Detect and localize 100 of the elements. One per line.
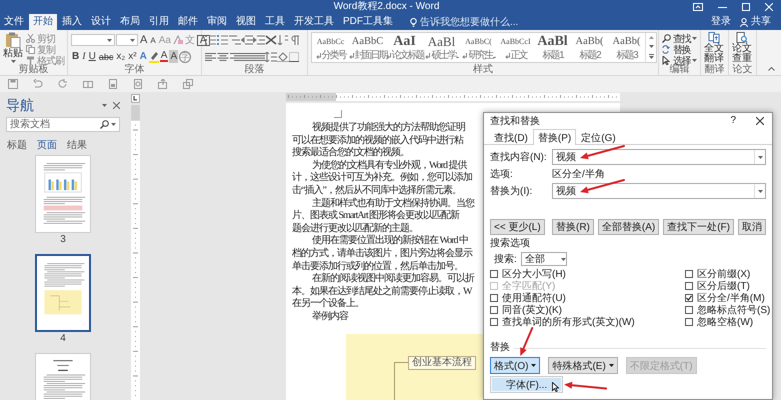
ribbon-tab[interactable]: 审阅 — [203, 14, 231, 30]
grow-font-button[interactable]: A — [139, 34, 148, 47]
checkbox-label: 使用通配符(U) — [502, 292, 566, 304]
find-next-button[interactable]: 查找下一处(F) — [663, 219, 734, 235]
text-line: 题会进行更改以匹配新的主题。 — [292, 222, 418, 234]
checkbox-label: 忽略空格(W) — [697, 316, 754, 329]
checkbox-label: 区分大小写(H) — [502, 268, 566, 280]
less-button[interactable]: << 更少(L) — [490, 219, 545, 235]
checkbox-label: 全字匹配(Y) — [502, 280, 556, 292]
paste-button[interactable]: 粘贴 — [3, 32, 23, 64]
pane-title: 导航 — [6, 96, 35, 114]
style-item[interactable]: AaBbC( 研究生... — [460, 33, 497, 62]
ribbon-tab[interactable]: 设计 — [87, 14, 115, 30]
group-label: 字体 — [124, 64, 146, 75]
format-button[interactable]: 格式(O) — [490, 357, 540, 374]
shrink-font-button[interactable]: A — [149, 34, 157, 47]
style-item[interactable]: AaI 论文标题 — [386, 33, 423, 62]
group-label: 编辑 — [668, 64, 690, 75]
ribbon-tab[interactable]: 引用 — [145, 14, 173, 30]
group-label: 段落 — [244, 64, 266, 75]
cancel-button[interactable]: 取消 — [738, 219, 766, 235]
text-line: 举例内容 — [312, 310, 348, 324]
select-button[interactable]: 选择 — [662, 55, 697, 66]
text-line: 本。如果在达到结尾处之前需要停止读取，W — [292, 286, 472, 298]
bold-button[interactable]: B — [71, 50, 80, 64]
ribbon-tab[interactable]: 开始 — [29, 14, 57, 30]
help-button[interactable]: ? — [730, 115, 736, 126]
style-item[interactable]: AaBbC 封面日期 — [349, 33, 386, 62]
page-number: 4 — [60, 333, 66, 345]
checkbox-label: 查找单词的所有形式(英文)(W) — [502, 316, 635, 329]
italic-button[interactable]: I — [81, 50, 87, 64]
sign-in-link[interactable]: 登录 — [707, 14, 735, 30]
translate-button[interactable]: 全文翻译 — [704, 32, 724, 64]
group-label: 论文 — [732, 64, 753, 75]
ribbon-tab[interactable]: 布局 — [116, 14, 144, 30]
dialog-title: 查找和替换 — [490, 114, 541, 128]
special-button[interactable]: 特殊格式(E) — [548, 357, 618, 374]
text-line: 使用在需要位置出现的新按钮在 Word 中 — [312, 235, 468, 248]
strikethrough-button[interactable]: abc — [98, 50, 114, 64]
text-line: 可以在想要添加的视频的嵌入代码中进行粘 — [292, 134, 463, 146]
field-label: 搜索: — [494, 252, 517, 266]
ribbon-tab[interactable]: 文件 — [0, 14, 28, 30]
replace-field[interactable]: 视频 — [552, 183, 766, 199]
section-title: 替换 — [490, 342, 510, 354]
group-label: 翻译 — [704, 64, 725, 75]
pane-tab[interactable]: 标题 — [7, 140, 27, 152]
pane-tab[interactable]: 页面 — [37, 140, 57, 152]
pane-tab[interactable]: 结果 — [67, 140, 87, 152]
field-label: 替换为(I): — [490, 184, 534, 198]
ribbon-tab[interactable]: 插入 — [58, 14, 86, 30]
checkbox-label: 同音(英文)(K) — [502, 304, 562, 316]
share-button[interactable]: 共享 — [736, 14, 775, 30]
options-label: 选项: — [490, 168, 514, 181]
checkbox-label: 忽略标点符号(S) — [697, 304, 770, 316]
text-line: 单击要添加行或列的位置，然后单击加号。 — [292, 260, 463, 272]
text-effects-button[interactable]: A — [138, 50, 148, 64]
replace-all-button[interactable]: 全部替换(A) — [598, 219, 660, 235]
group-label: 剪贴板 — [18, 64, 48, 75]
text-line: 为使您的文档具有专业外观，Word 提供 — [312, 160, 466, 172]
ribbon-tab[interactable]: 工具 — [261, 14, 289, 30]
style-item[interactable]: AaBbCc 分类号 — [312, 33, 349, 62]
style-item[interactable]: AaBbCcI 正文 — [497, 33, 534, 62]
style-item[interactable]: AaBb( 标题 3 — [608, 33, 645, 62]
ribbon-tab[interactable]: 开发工具 — [290, 14, 338, 30]
window-title: Word教程2.docx - Word — [332, 0, 440, 14]
find-button[interactable]: 查找 — [662, 33, 697, 44]
ribbon-tab[interactable]: PDF工具集 — [339, 14, 397, 30]
replace-button[interactable]: 替换 — [662, 44, 697, 55]
search-direction-dropdown[interactable]: 全部 — [520, 252, 567, 266]
style-item[interactable]: AaBl 标题 1 — [534, 33, 571, 62]
field-label: 查找内容(N): — [490, 150, 548, 164]
replace-button[interactable]: 替换(R) — [552, 219, 594, 235]
text-line: 主题和样式也有助于文档保持协调。当您 — [312, 198, 474, 210]
checkbox-label: 区分全/半角(M) — [697, 292, 765, 304]
search-field[interactable]: 搜索文档 — [6, 117, 120, 132]
text-line: 搜索最适合您的文档的视频。 — [292, 147, 409, 160]
tell-me-field[interactable]: 告诉我您想要做什么... — [417, 14, 553, 30]
style-item[interactable]: AaBb( 标题 2 — [571, 33, 608, 62]
group-label: 样式 — [472, 64, 494, 75]
dialog-tab[interactable]: 定位(G) — [576, 129, 621, 145]
underline-button[interactable]: U — [88, 50, 97, 64]
ribbon-tab[interactable]: 邮件 — [174, 14, 202, 30]
text-line: 片、图表或 SmartArt 图形将会更改以匹配新 — [292, 210, 460, 222]
section-title: 搜索选项 — [490, 238, 531, 250]
dialog-tab[interactable]: 查找(D) — [489, 129, 533, 145]
text-line: 击“插入”，然后从不同库中选择所需元素。 — [292, 184, 461, 198]
dialog-tab[interactable]: 替换(P) — [532, 129, 576, 145]
text-line: 档的方式，请单击该图片，图片旁边将会显示 — [292, 248, 472, 260]
style-item[interactable]: AaBl 硕士学... — [423, 33, 460, 62]
character-shading-button[interactable]: A — [169, 50, 178, 64]
page-number: 3 — [60, 234, 66, 246]
text-line: 在新的阅读视图中阅读更加容易。可以折 — [312, 273, 474, 286]
superscript-button[interactable]: x² — [127, 50, 138, 64]
subscript-button[interactable]: x₂ — [115, 50, 126, 64]
find-field[interactable]: 视频 — [552, 149, 766, 165]
options-value: 区分全/半角 — [552, 168, 605, 181]
plagiarism-check-button[interactable]: 论文查重 — [732, 32, 752, 64]
menu-item[interactable]: 字体(F)... — [492, 378, 562, 391]
ribbon-tab[interactable]: 视图 — [232, 14, 260, 30]
text-line: 计，这些设计可互为补充。例如，您可以添加 — [292, 172, 472, 184]
